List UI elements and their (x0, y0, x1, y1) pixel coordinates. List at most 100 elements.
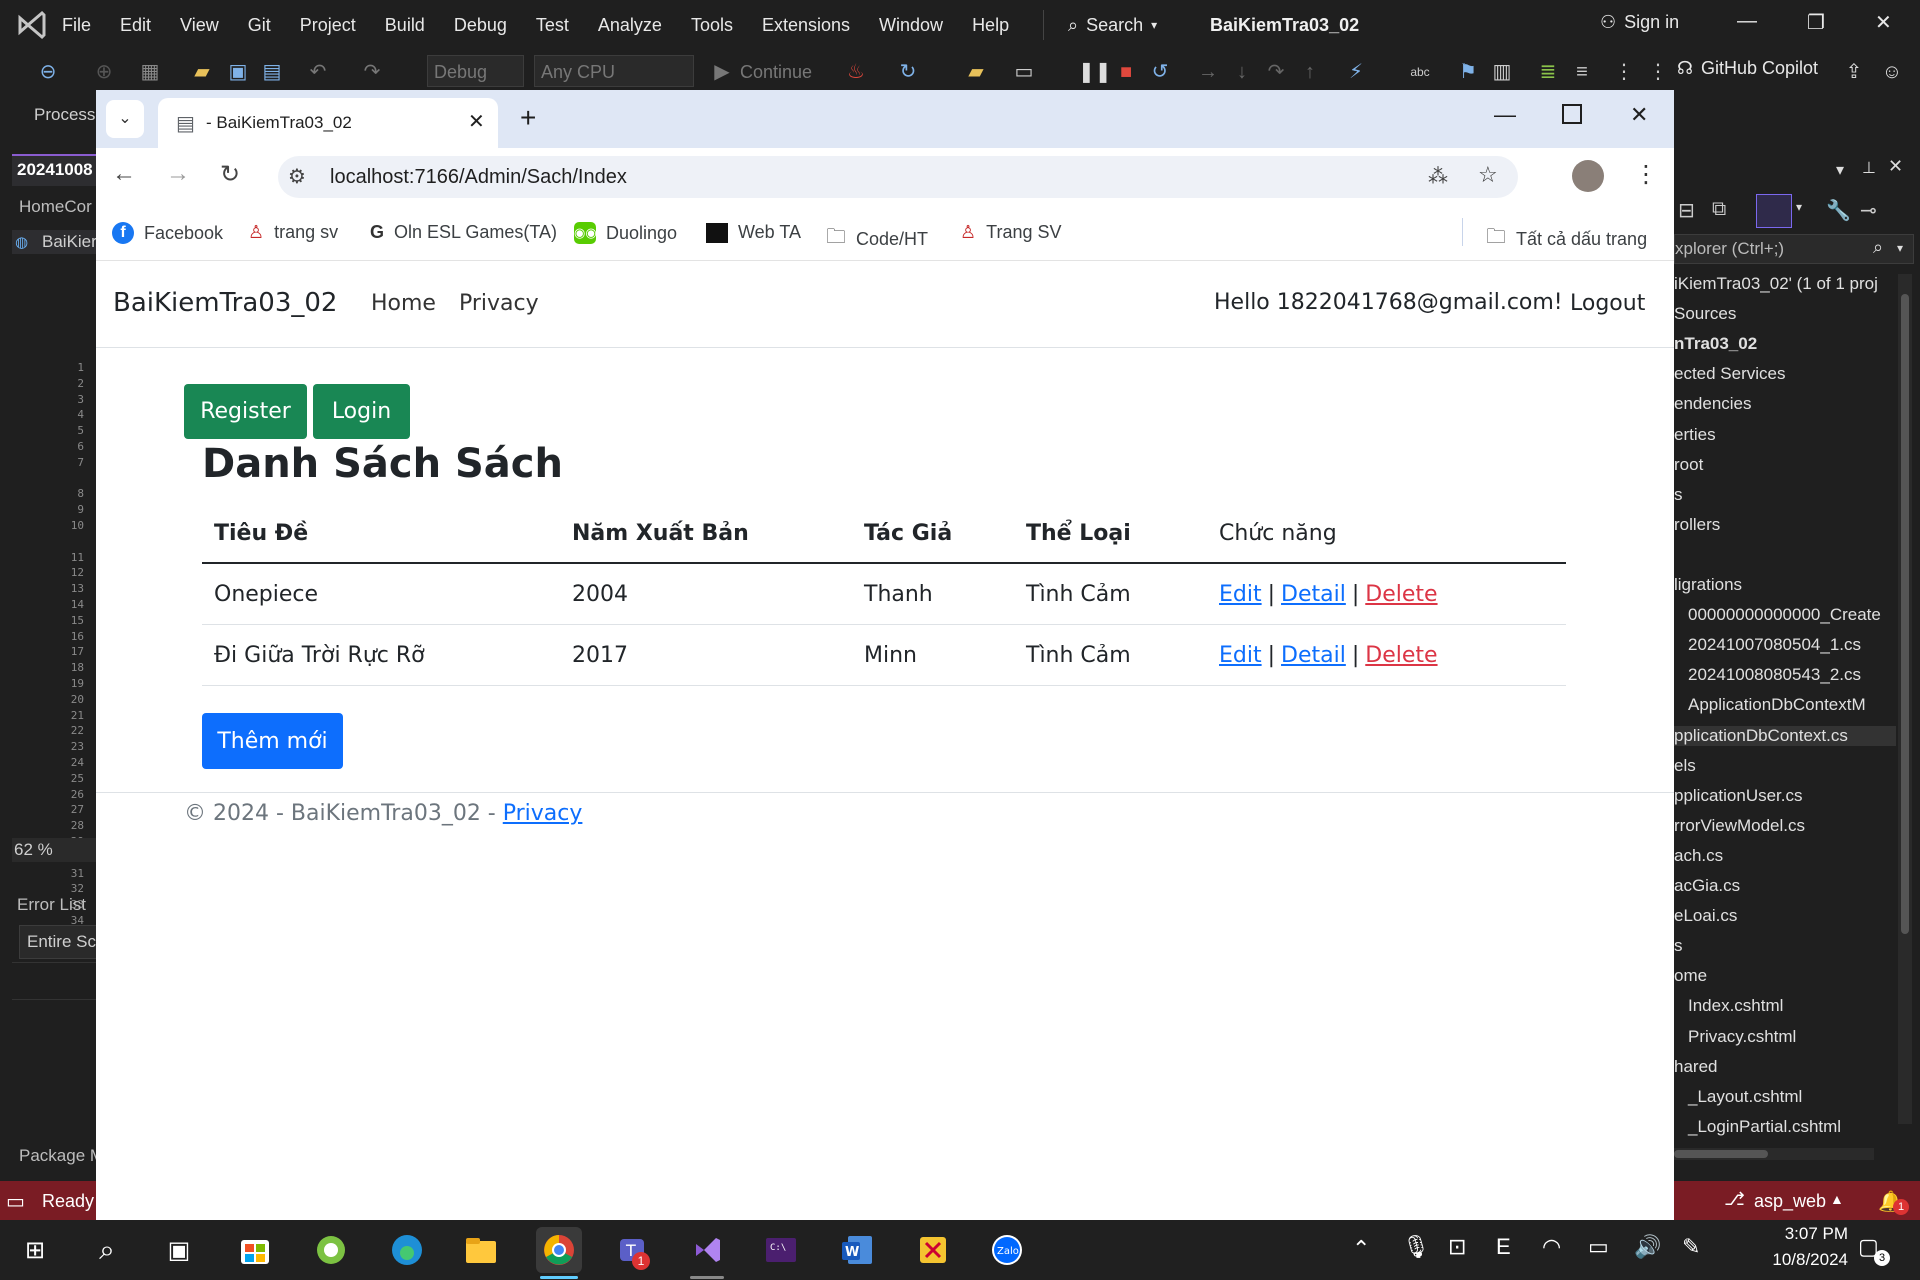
greenshot-icon[interactable] (308, 1227, 354, 1273)
star-icon[interactable]: ☆ (1478, 162, 1498, 188)
menu-icon[interactable]: ⋮ (1634, 160, 1658, 189)
step-into-icon[interactable]: ↓ (1230, 60, 1254, 84)
package-manager-tab[interactable]: Package M (19, 1146, 96, 1166)
solution-tree-item[interactable]: ach.cs (1674, 846, 1723, 866)
wifi-icon[interactable]: ◠ (1542, 1234, 1561, 1260)
footer-privacy-link[interactable]: Privacy (503, 801, 583, 826)
home-icon[interactable]: ⊟ (1678, 198, 1695, 223)
solution-tree-item[interactable]: ome (1674, 966, 1707, 986)
hot-reload-icon[interactable]: ♨ (844, 60, 868, 84)
solution-tree-item[interactable]: endencies (1674, 394, 1752, 414)
horizontal-scrollbar[interactable] (1674, 1148, 1874, 1160)
menu-item[interactable]: Git (248, 15, 271, 36)
menu-item[interactable]: View (180, 15, 219, 36)
error-scope-select[interactable]: Entire Sc (19, 925, 98, 959)
delete-link[interactable]: Delete (1365, 582, 1437, 607)
snipping-tool-icon[interactable] (910, 1227, 956, 1273)
clock-time[interactable]: 3:07 PM (1728, 1224, 1848, 1244)
pin-icon[interactable]: ⊥ (1862, 158, 1876, 178)
hello-user[interactable]: Hello 1822041768@gmail.com! (1214, 290, 1563, 315)
omnibox[interactable]: ⚙ localhost:7166/Admin/Sach/Index ⁂ ☆ (278, 156, 1518, 198)
minimize-icon[interactable]: — (1737, 10, 1757, 33)
solution-tree-item[interactable]: 20241008080543_2.cs (1688, 665, 1861, 685)
bookmarks-list-icon[interactable]: ▥ (1490, 60, 1514, 84)
close-panel-icon[interactable]: ✕ (1888, 156, 1903, 177)
all-bookmarks-button[interactable]: 🗀 Tất cả dấu trang (1486, 222, 1647, 256)
preview-icon[interactable]: ⊸ (1860, 198, 1877, 223)
chrome-icon[interactable] (536, 1227, 582, 1273)
windows-start-icon[interactable]: ⊞ (12, 1227, 58, 1273)
github-copilot-button[interactable]: ☊ GitHub Copilot (1677, 58, 1818, 79)
menu-item[interactable]: Build (385, 15, 425, 36)
url-text[interactable]: localhost:7166/Admin/Sach/Index (330, 166, 627, 189)
sync-icon[interactable] (1756, 194, 1792, 228)
output-icon[interactable]: ▭ (6, 1189, 25, 1214)
menu-item[interactable]: Window (879, 15, 943, 36)
solution-tree-item[interactable]: 00000000000000_Create (1688, 605, 1881, 625)
diagnostics-icon[interactable]: ⚡ (1344, 60, 1368, 84)
navbar-brand[interactable]: BaiKiemTra03_02 (113, 288, 337, 318)
volume-icon[interactable]: 🔊 (1634, 1234, 1661, 1260)
menu-item[interactable]: Debug (454, 15, 507, 36)
login-button[interactable]: Login (313, 384, 410, 439)
task-view-icon[interactable]: ▣ (156, 1227, 202, 1273)
menu-item[interactable]: Test (536, 15, 569, 36)
solution-tree-item[interactable]: Sources (1674, 304, 1736, 324)
chevron-down-icon[interactable]: ▾ (1796, 200, 1802, 214)
outdent-icon[interactable]: ≡ (1570, 60, 1594, 84)
open-folder-icon[interactable]: ▰ (190, 60, 214, 84)
platform-select[interactable]: Any CPU (534, 55, 694, 87)
solution-tree-item[interactable]: s (1674, 936, 1683, 956)
register-button[interactable]: Register (184, 384, 307, 439)
solution-tree-item[interactable]: eLoai.cs (1674, 906, 1737, 926)
solution-tree-item[interactable]: root (1674, 455, 1703, 475)
solution-search-input[interactable]: xplorer (Ctrl+;) ⌕ ▾ (1674, 234, 1914, 264)
bookmark-icon[interactable]: ⚑ (1456, 60, 1480, 84)
solution-tree-item[interactable]: Privacy.cshtml (1688, 1027, 1796, 1047)
site-info-icon[interactable]: ⚙ (288, 164, 306, 189)
microsoft-store-icon[interactable] (232, 1227, 278, 1273)
undo-icon[interactable]: ↶ (306, 60, 330, 84)
forward-icon[interactable]: → (166, 160, 190, 188)
solution-tree-item[interactable]: s (1674, 485, 1683, 505)
microphone-icon[interactable]: 🎙 (1402, 1234, 1430, 1260)
back-nav-icon[interactable]: ⊖ (36, 60, 60, 84)
solution-tree-item[interactable]: Index.cshtml (1688, 996, 1783, 1016)
project-dropdown[interactable]: ◍ BaiKier (12, 230, 96, 254)
zalo-icon[interactable]: Zalo (984, 1227, 1030, 1273)
solution-tree-item[interactable]: acGia.cs (1674, 876, 1740, 896)
redo-icon[interactable]: ↷ (360, 60, 384, 84)
translate-icon[interactable]: ⁂ (1428, 164, 1448, 189)
dropdown-icon[interactable]: ▾ (1836, 160, 1844, 180)
solution-tree-item[interactable]: pplicationUser.cs (1674, 786, 1803, 806)
branch-icon[interactable]: ⎇ (1724, 1189, 1745, 1210)
wrench-icon[interactable]: 🔧 (1826, 198, 1851, 223)
layout-icon[interactable]: ▭ (1012, 60, 1036, 84)
menu-item[interactable]: Help (972, 15, 1009, 36)
bookmark-esl-games[interactable]: G Oln ESL Games(TA) (370, 222, 557, 243)
menu-item[interactable]: Tools (691, 15, 733, 36)
solution-tree-item[interactable]: _Layout.cshtml (1688, 1087, 1802, 1107)
solution-tree-item[interactable]: pplicationDbContext.cs (1674, 725, 1896, 746)
pause-icon[interactable]: ❚❚ (1078, 60, 1112, 84)
solution-tree-item[interactable]: ected Services (1674, 364, 1786, 384)
pen-icon[interactable]: ✎ (1682, 1234, 1700, 1260)
solution-tree-item[interactable]: hared (1674, 1057, 1717, 1077)
bookmark-trang-sv-2[interactable]: ♙ Trang SV (960, 222, 1062, 243)
bookmark-web-ta[interactable]: Web TA (706, 222, 801, 243)
edit-link[interactable]: Edit (1219, 643, 1262, 668)
bookmark-duolingo[interactable]: ◉◉ Duolingo (574, 222, 677, 244)
comment-icon[interactable]: ⋮ (1612, 60, 1636, 84)
menu-item[interactable]: File (62, 15, 91, 36)
menu-item[interactable]: Analyze (598, 15, 662, 36)
word-icon[interactable]: W (834, 1227, 880, 1273)
restore-icon[interactable]: ❐ (1807, 10, 1825, 35)
reload-icon[interactable]: ↻ (220, 160, 240, 189)
configuration-select[interactable]: Debug (427, 55, 524, 87)
indent-icon[interactable]: ≣ (1536, 60, 1560, 84)
scrollbar-thumb[interactable] (1901, 294, 1909, 934)
refresh-icon[interactable]: ↻ (896, 60, 920, 84)
branch-label[interactable]: asp_web (1754, 1191, 1826, 1212)
chevron-up-icon[interactable]: ▲ (1830, 1191, 1844, 1207)
stop-icon[interactable]: ■ (1114, 60, 1138, 84)
